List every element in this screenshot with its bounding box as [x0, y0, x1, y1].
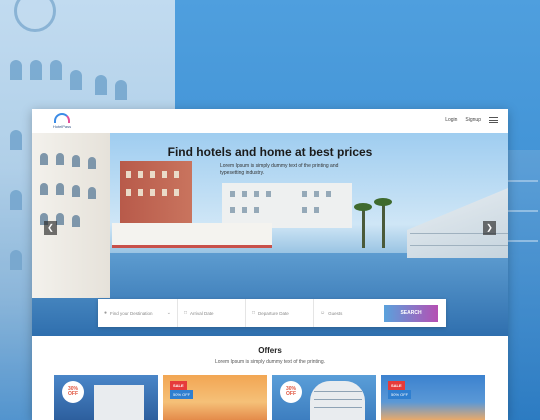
palm-tree	[362, 208, 365, 248]
offer-cards: 30% OFF SALE 50% OFF 30% OFF SALE 50% OFF	[54, 375, 486, 420]
signup-link[interactable]: Signup	[465, 117, 481, 123]
login-link[interactable]: Login	[445, 117, 457, 123]
nav-links: Login Signup	[445, 117, 498, 123]
palm-tree	[382, 203, 385, 248]
destination-field[interactable]: ● Find your Destination ⌄	[98, 299, 178, 327]
brand-name: HotelPass	[52, 124, 72, 129]
user-icon: ☺	[320, 310, 326, 316]
sale-ribbon-secondary: 50% OFF	[170, 390, 194, 399]
website-preview: HotelPass Login Signup Find hotels and h…	[32, 109, 508, 420]
brand-logo[interactable]: HotelPass	[52, 113, 72, 129]
arrival-date-field[interactable]: □ Arrival Date	[178, 299, 246, 327]
chevron-left-icon: ❮	[47, 223, 54, 232]
search-button[interactable]: SEARCH	[384, 304, 438, 322]
sale-ribbon: SALE	[388, 381, 405, 390]
arrival-placeholder: Arrival Date	[190, 310, 214, 316]
logo-icon	[54, 113, 70, 123]
offer-card[interactable]: SALE 50% OFF	[163, 375, 267, 420]
destination-placeholder: Find your Destination	[110, 310, 153, 316]
chevron-down-icon: ⌄	[166, 310, 171, 316]
discount-badge: 30% OFF	[280, 381, 302, 403]
search-bar: ● Find your Destination ⌄ □ Arrival Date…	[98, 299, 446, 327]
hero-subtitle: Lorem Ipsum is simply dummy text of the …	[220, 163, 339, 176]
carousel-prev-button[interactable]: ❮	[44, 221, 57, 235]
location-icon: ●	[104, 310, 108, 316]
guests-field[interactable]: ☺ Guests	[314, 299, 380, 327]
calendar-icon: □	[184, 310, 188, 316]
guests-placeholder: Guests	[328, 310, 343, 316]
hotel-building-center	[222, 183, 352, 228]
sale-ribbon: SALE	[170, 381, 187, 390]
offers-title: Offers	[258, 346, 282, 355]
hero-title: Find hotels and home at best prices	[167, 145, 373, 159]
departure-placeholder: Departure Date	[258, 310, 289, 316]
clock-tower-icon	[14, 0, 56, 32]
top-navbar: HotelPass Login Signup	[32, 109, 508, 133]
offer-card[interactable]: 30% OFF	[54, 375, 158, 420]
carousel-next-button[interactable]: ❯	[483, 221, 496, 235]
offer-card[interactable]: 30% OFF	[272, 375, 376, 420]
menu-icon[interactable]	[489, 117, 498, 123]
discount-badge: 30% OFF	[62, 381, 84, 403]
departure-date-field[interactable]: □ Departure Date	[246, 299, 314, 327]
calendar-icon: □	[252, 310, 256, 316]
hotel-building-red	[120, 161, 192, 226]
sale-ribbon-secondary: 50% OFF	[388, 390, 412, 399]
hotel-arches	[112, 223, 272, 248]
chevron-right-icon: ❯	[486, 223, 493, 232]
offer-card[interactable]: SALE 50% OFF	[381, 375, 485, 420]
offers-subtitle: Lorem Ipsum is simply dummy text of the …	[214, 359, 326, 365]
